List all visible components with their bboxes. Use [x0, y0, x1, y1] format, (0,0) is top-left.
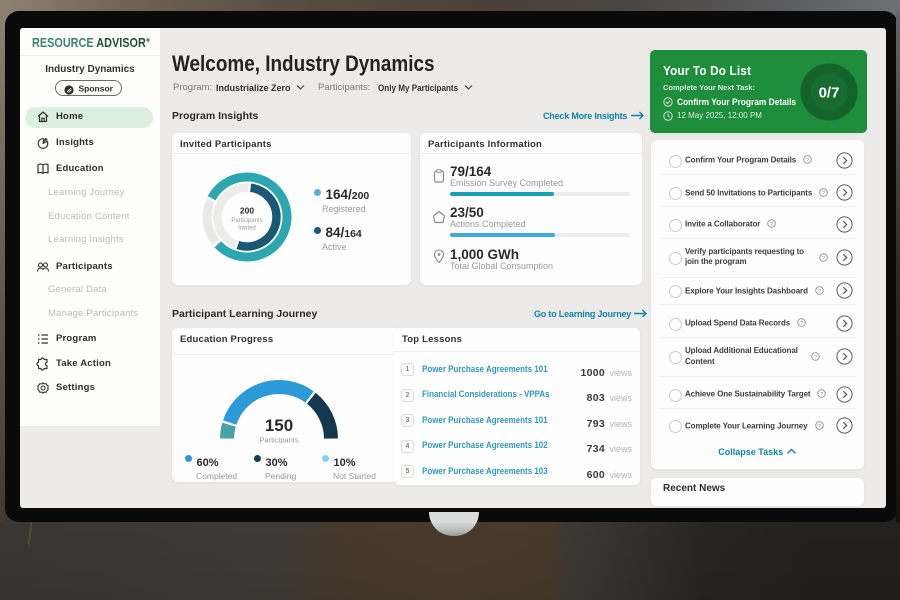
svg-text:?: ?	[800, 321, 803, 327]
svg-text:?: ?	[818, 288, 821, 294]
svg-text:150: 150	[265, 416, 293, 435]
svg-text:?: ?	[814, 355, 817, 361]
svg-text:Participants: Participants	[259, 436, 298, 445]
svg-text:Invited: Invited	[238, 226, 256, 232]
svg-text:?: ?	[806, 158, 809, 164]
svg-text:0/7: 0/7	[819, 85, 840, 102]
svg-text:?: ?	[818, 423, 821, 429]
svg-text:?: ?	[822, 255, 825, 261]
svg-text:200: 200	[240, 206, 254, 216]
svg-text:?: ?	[770, 222, 773, 228]
svg-text:Participants: Participants	[231, 218, 262, 224]
svg-text:?: ?	[821, 392, 824, 398]
svg-text:?: ?	[822, 190, 825, 196]
